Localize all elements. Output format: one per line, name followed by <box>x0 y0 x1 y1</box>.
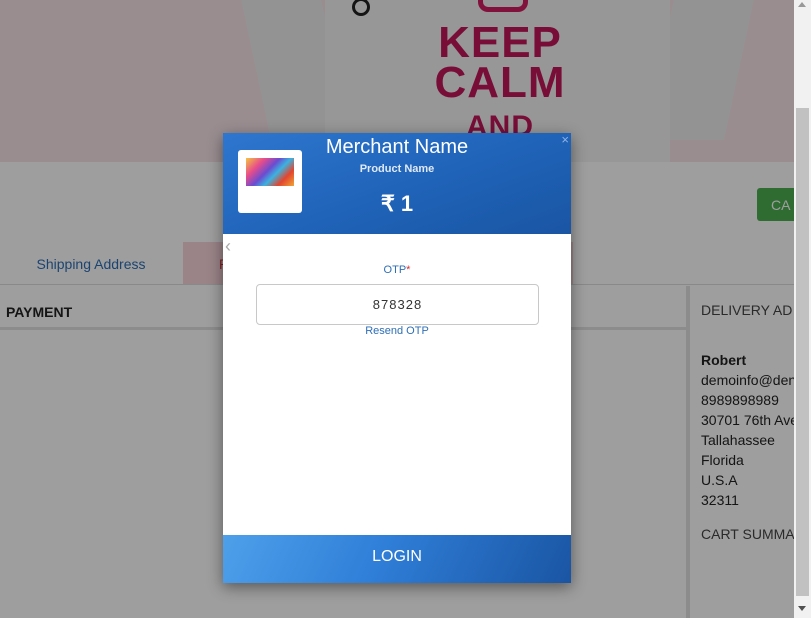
required-mark: * <box>406 264 411 276</box>
modal-header: × Merchant Name Product Name ₹ 1 <box>223 132 571 234</box>
chevron-left-icon[interactable]: ‹ <box>225 236 231 257</box>
scroll-up-arrow-icon[interactable] <box>798 2 806 7</box>
otp-label: OTP* <box>223 264 571 276</box>
payment-amount: ₹ 1 <box>380 191 414 216</box>
scroll-down-arrow-icon[interactable] <box>798 606 806 611</box>
login-button[interactable]: LOGIN <box>223 535 571 583</box>
otp-input[interactable] <box>256 284 539 325</box>
page-scrollbar[interactable] <box>794 0 811 618</box>
scroll-thumb[interactable] <box>796 108 809 596</box>
otp-payment-modal: × Merchant Name Product Name ₹ 1 ‹ OTP* … <box>223 132 571 583</box>
product-name: Product Name <box>359 163 435 175</box>
merchant-name: Merchant Name <box>325 136 469 158</box>
otp-label-text: OTP <box>383 264 407 276</box>
resend-otp-link[interactable]: Resend OTP <box>223 325 571 337</box>
